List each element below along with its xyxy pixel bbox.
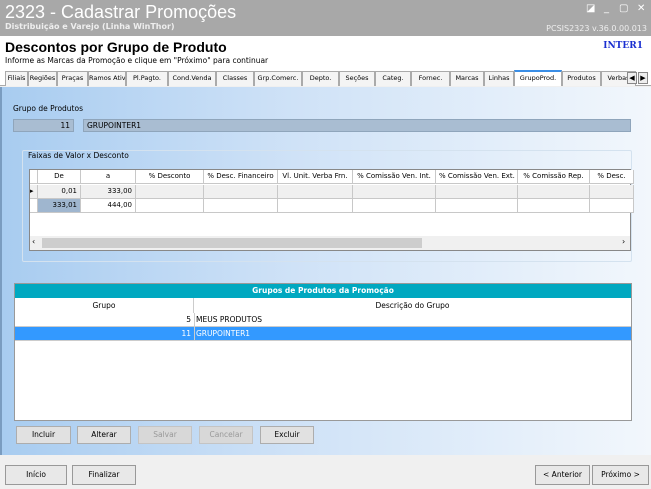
grid-cell[interactable] [590, 185, 634, 199]
scroll-thumb[interactable] [42, 238, 422, 248]
tab-regi-es[interactable]: Regiões [28, 71, 57, 86]
tab-scroll-left-icon[interactable]: ◀ [627, 72, 637, 84]
anterior-button[interactable]: < Anterior [535, 465, 590, 485]
user-label: INTER1 [603, 41, 643, 51]
page-instruction: Informe as Marcas da Promoção e clique e… [5, 56, 269, 65]
grupo-name-field: GRUPOINTER1 [83, 119, 631, 132]
tab-marcas[interactable]: Marcas [450, 71, 484, 86]
grid-cell[interactable]: 333,01 [38, 199, 81, 213]
inicio-button[interactable]: Início [5, 465, 67, 485]
column-header-descricao: Descrição do Grupo [375, 301, 450, 310]
tab-grp-comerc-[interactable]: Grp.Comerc. [254, 71, 302, 86]
column-header: % Comissão Ven. Int. [353, 170, 436, 184]
tab-grupoprod-[interactable]: GrupoProd. [514, 70, 562, 86]
grid-cell[interactable] [136, 199, 204, 213]
version-label: PCSIS2323 v.36.0.00.013 [546, 24, 647, 33]
tab-filiais[interactable]: Filiais [5, 71, 28, 86]
row-indicator[interactable]: ▸ [30, 185, 38, 199]
window-title: 2323 - Cadastrar Promoções [5, 2, 237, 22]
window-subtitle: Distribuição e Varejo (Linha WinThor) [5, 22, 175, 31]
tab-classes[interactable]: Classes [216, 71, 254, 86]
grupo-label: Grupo de Produtos [13, 104, 83, 113]
grid-cell[interactable] [590, 199, 634, 213]
horizontal-scrollbar[interactable]: ‹ › [30, 236, 630, 250]
grid-cell[interactable] [353, 199, 436, 213]
cancelar-button[interactable]: Cancelar [199, 426, 253, 444]
column-header: % Desconto [136, 170, 204, 184]
title-bar: 2323 - Cadastrar Promoções Distribuição … [0, 0, 651, 36]
grid-cell[interactable]: 444,00 [81, 199, 136, 213]
grid-cell[interactable] [436, 199, 518, 213]
tab-categ-[interactable]: Categ. [375, 71, 411, 86]
column-header: % Desc. [590, 170, 634, 184]
column-header: a [81, 170, 136, 184]
alterar-button[interactable]: Alterar [77, 426, 131, 444]
faixas-grid[interactable]: ‹ › De a% Desconto% Desc. Financeiro Vl. U… [29, 169, 634, 251]
close-button[interactable]: ✕ [637, 3, 645, 14]
finalizar-button[interactable]: Finalizar [72, 465, 136, 485]
column-header: % Desc. Financeiro [204, 170, 278, 184]
grid-cell[interactable] [204, 185, 278, 199]
minimize-button[interactable]: _ [604, 3, 609, 14]
grupo-cell[interactable]: 11 [15, 327, 191, 341]
tab-pra-as[interactable]: Praças [57, 71, 88, 86]
grid-cell[interactable] [436, 185, 518, 199]
grid-cell[interactable] [278, 185, 353, 199]
column-header-grupo: Grupo [15, 298, 194, 313]
page-header: Descontos por Grupo de Produto Informe a… [0, 36, 651, 68]
grid-cell[interactable] [278, 199, 353, 213]
incluir-button[interactable]: Incluir [16, 426, 71, 444]
grid-cell[interactable] [204, 199, 278, 213]
column-header: % Comissão Rep. [518, 170, 590, 184]
grupos-table: Grupos de Produtos da Promoção Grupo Desc… [14, 283, 632, 421]
grid-cell[interactable] [518, 199, 590, 213]
proximo-button[interactable]: Próximo > [592, 465, 649, 485]
column-header: Vl. Unit. Verba Frn. [278, 170, 353, 184]
tab-ramos-ativ-[interactable]: Ramos Ativ. [88, 71, 126, 86]
descricao-cell[interactable]: GRUPOINTER1 [196, 327, 626, 341]
tab-bar: Filiais Regiões Praças Ramos Ativ. Pl.Pagto.… [0, 68, 651, 86]
grupos-table-title: Grupos de Produtos da Promoção [15, 284, 631, 298]
tab-produtos[interactable]: Produtos [562, 71, 601, 86]
grupo-cell[interactable]: 5 [15, 313, 191, 327]
tab-cond-venda[interactable]: Cond.Venda [168, 71, 216, 86]
tab-scroll-right-icon[interactable]: ▶ [638, 72, 648, 84]
column-divider [194, 313, 195, 341]
grid-cell[interactable] [518, 185, 590, 199]
column-header: De [38, 170, 81, 184]
tab-pl-pagto-[interactable]: Pl.Pagto. [126, 71, 168, 86]
grupo-code-field[interactable]: 11 [13, 119, 74, 132]
restore-icon[interactable]: ◪ [586, 3, 595, 14]
tab-linhas[interactable]: Linhas [484, 71, 514, 86]
tab-fornec-[interactable]: Fornec. [411, 71, 450, 86]
grid-cell[interactable]: 0,01 [38, 185, 81, 199]
row-indicator[interactable] [30, 199, 38, 213]
scroll-left-icon[interactable]: ‹ [32, 237, 35, 246]
excluir-button[interactable]: Excluir [260, 426, 314, 444]
grid-cell[interactable]: 333,00 [81, 185, 136, 199]
salvar-button[interactable]: Salvar [138, 426, 192, 444]
tab-se-es[interactable]: Seções [339, 71, 375, 86]
column-header: % Comissão Ven. Ext. [436, 170, 518, 184]
maximize-button[interactable]: ▢ [619, 3, 628, 14]
row-indicator-header [30, 170, 38, 184]
tab-depto-[interactable]: Depto. [302, 71, 339, 86]
scroll-right-icon[interactable]: › [622, 237, 625, 246]
faixas-label: Faixas de Valor x Desconto [28, 151, 129, 160]
grid-cell[interactable] [136, 185, 204, 199]
descricao-cell[interactable]: MEUS PRODUTOS [196, 313, 626, 327]
page-title: Descontos por Grupo de Produto [5, 39, 227, 55]
grid-cell[interactable] [353, 185, 436, 199]
